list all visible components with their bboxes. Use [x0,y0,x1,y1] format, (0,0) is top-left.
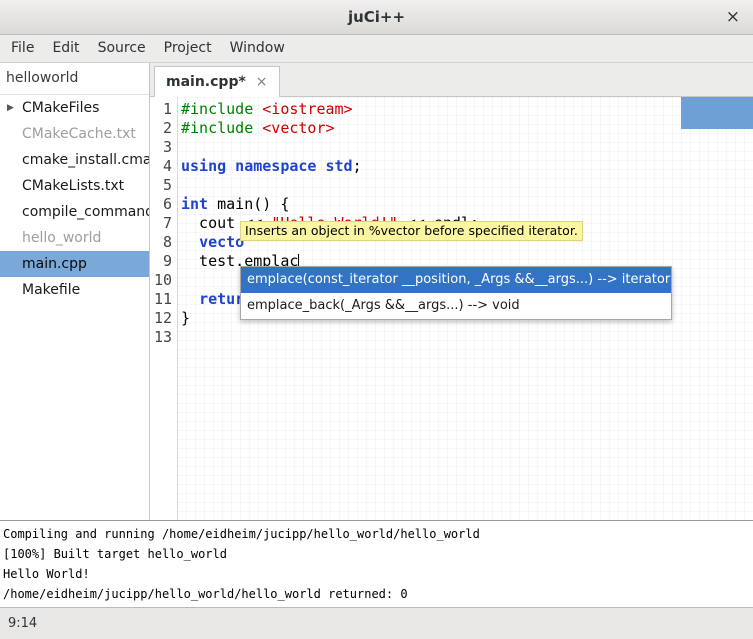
autocomplete-item[interactable]: emplace(const_iterator __position, _Args… [241,267,671,293]
code-line: #include <iostream> [179,100,753,119]
code-segment: #include [181,100,262,118]
code-line [179,328,753,347]
terminal-line: /home/eidheim/jucipp/hello_world/hello_w… [3,584,753,604]
code-line: #include <vector> [179,119,753,138]
code-line: int main() { [179,195,753,214]
line-number-gutter: 12345678910111213 [150,97,178,520]
code-segment [181,290,199,308]
file-tree: ▶ CMakeFiles CMakeCache.txt cmake_install.c… [0,95,149,303]
app-window: juCi++ × FileEditSourceProjectWindow hel… [0,0,753,639]
sidebar-item-hello-world[interactable]: hello_world [0,225,149,251]
code-editor[interactable]: 12345678910111213 #include <iostream>#in… [150,97,753,520]
code-line: using namespace std; [179,157,753,176]
line-number: 3 [150,138,177,157]
code-segment: main() { [208,195,289,213]
editor-pane: main.cpp*× 12345678910111213 #include <i… [150,63,753,520]
sidebar-item-label: CMakeFiles [22,100,99,116]
window-title: juCi++ [348,8,405,26]
sidebar-item-cmakelists-txt[interactable]: CMakeLists.txt [0,173,149,199]
tab-label: main.cpp* [166,74,246,90]
code-line [179,138,753,157]
menu-item-source[interactable]: Source [89,35,155,62]
line-number: 4 [150,157,177,176]
line-number: 1 [150,100,177,119]
tabbar: main.cpp* × [150,63,753,97]
sidebar-item-label: hello_world [22,230,101,246]
code-segment: int [181,195,208,213]
sidebar-item-label: main.cpp [22,256,87,272]
line-number: 2 [150,119,177,138]
line-number: 10 [150,271,177,290]
line-number: 13 [150,328,177,347]
sidebar-item-label: cmake_install.cmake [22,152,149,168]
menu-item-file[interactable]: File [2,35,43,62]
statusbar: 9:14 [0,607,753,639]
autocomplete-item[interactable]: emplace_back(_Args &&__args...) --> void [241,293,671,319]
line-number: 5 [150,176,177,195]
sidebar-item-cmake-install-cmake[interactable]: cmake_install.cmake [0,147,149,173]
expander-icon[interactable]: ▶ [7,95,14,121]
menubar: FileEditSourceProjectWindow [0,35,753,63]
sidebar-item-label: compile_commands. [22,204,149,220]
line-number: 9 [150,252,177,271]
sidebar-item-label: Makefile [22,282,80,298]
sidebar-item-label: CMakeCache.txt [22,126,136,142]
sidebar-item-label: CMakeLists.txt [22,178,124,194]
code-segment [181,233,199,251]
terminal-line: [100%] Built target hello_world [3,544,753,564]
titlebar: juCi++ × [0,0,753,35]
menu-item-edit[interactable]: Edit [43,35,88,62]
line-number: 11 [150,290,177,309]
terminal-line: Compiling and running /home/eidheim/juci… [3,524,753,544]
sidebar-item-compile-commands[interactable]: compile_commands. [0,199,149,225]
line-number: 7 [150,214,177,233]
sidebar-item-makefile[interactable]: Makefile [0,277,149,303]
sidebar-item-cmakecache-txt[interactable]: CMakeCache.txt [0,121,149,147]
code-segment: <iostream> [262,100,352,118]
code-segment: } [181,309,190,327]
window-close-button[interactable]: × [726,7,740,27]
line-number: 6 [150,195,177,214]
sidebar-item-main-cpp[interactable]: main.cpp [0,251,149,277]
code-segment: vecto [199,233,244,251]
code-segment: retur [199,290,244,308]
sidebar-item-cmakefiles[interactable]: ▶ CMakeFiles [0,95,149,121]
line-number: 8 [150,233,177,252]
file-tree-sidebar: helloworld ▶ CMakeFiles CMakeCache.txt cmak… [0,63,150,520]
doc-tooltip: Inserts an object in %vector before spec… [240,221,583,241]
terminal-line: Hello World! [3,564,753,584]
autocomplete-popup: emplace(const_iterator __position, _Args… [240,266,672,320]
code-line [179,176,753,195]
cursor-position: 9:14 [8,616,37,631]
build-output-panel[interactable]: Compiling and running /home/eidheim/juci… [0,520,753,607]
code-segment: <vector> [262,119,334,137]
line-number: 12 [150,309,177,328]
menu-item-window[interactable]: Window [221,35,294,62]
scrollbar-thumb[interactable] [681,97,753,129]
code-segment: using namespace std [181,157,353,175]
code-segment: #include [181,119,262,137]
project-root-label[interactable]: helloworld [0,63,149,95]
tab-main-cpp[interactable]: main.cpp* × [154,66,280,97]
menu-item-project[interactable]: Project [155,35,221,62]
code-segment: ; [353,157,362,175]
tab-close-icon[interactable]: × [256,74,268,90]
main-area: helloworld ▶ CMakeFiles CMakeCache.txt cmak… [0,63,753,520]
